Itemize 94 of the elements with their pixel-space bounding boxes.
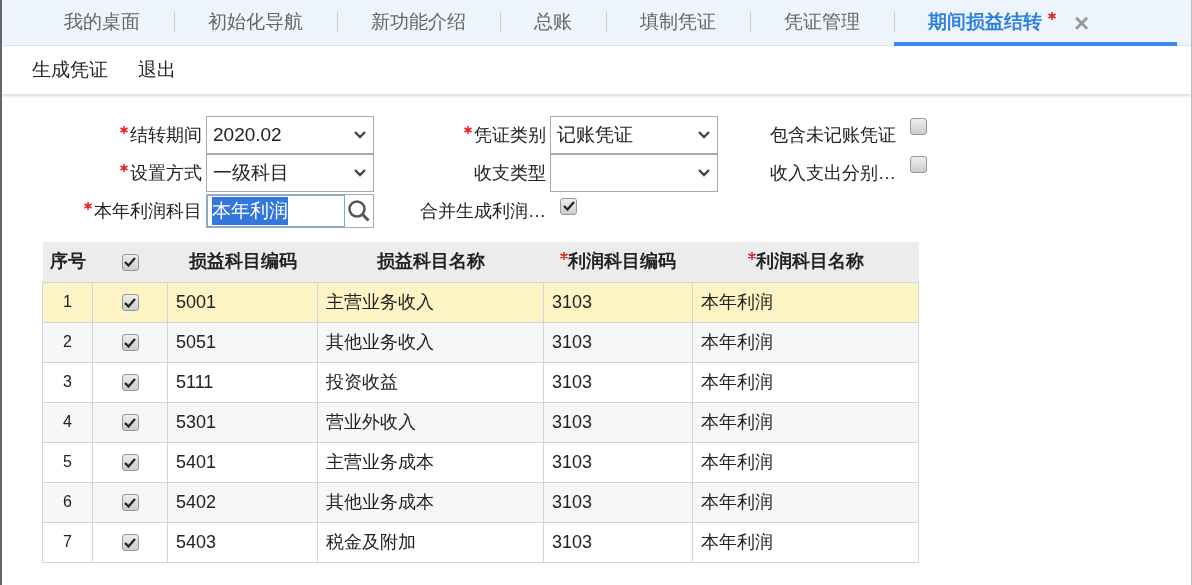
table-row[interactable]: 5 5401 主营业务成本 3103 本年利润 xyxy=(42,442,919,482)
table-cell: 3103 xyxy=(543,482,693,522)
check-icon xyxy=(124,457,136,468)
dropdown-field[interactable]: 一级科目 xyxy=(206,154,374,192)
check-icon xyxy=(124,377,136,388)
table-cell: 1 xyxy=(42,282,93,322)
table-cell: 5 xyxy=(42,442,93,482)
table-cell: 其他业务成本 xyxy=(317,482,544,522)
tab[interactable]: 我的桌面 xyxy=(30,0,174,46)
checkbox[interactable] xyxy=(560,197,577,215)
checkbox[interactable] xyxy=(121,374,139,391)
table-cell: 2 xyxy=(42,322,93,362)
table-cell: 3103 xyxy=(543,282,693,322)
table-cell: 5402 xyxy=(167,482,318,522)
checkbox[interactable] xyxy=(121,294,139,311)
field-label: 设置方式 xyxy=(130,161,202,185)
table-cell: 5301 xyxy=(167,402,318,442)
check-icon xyxy=(562,201,575,211)
table-cell: 3103 xyxy=(543,442,693,482)
table-cell: 本年利润 xyxy=(692,322,919,362)
table-row[interactable]: 6 5402 其他业务成本 3103 本年利润 xyxy=(42,482,919,522)
column-header: 序号 xyxy=(49,251,86,272)
check-icon xyxy=(124,337,136,348)
checkbox[interactable] xyxy=(121,454,139,471)
tab[interactable]: 填制凭证 xyxy=(606,0,750,46)
required-icon xyxy=(1048,11,1056,20)
check-icon xyxy=(124,297,136,308)
tab[interactable]: 凭证管理 xyxy=(750,0,894,46)
field-label: 本年利润科目 xyxy=(94,199,202,223)
chevron-down-icon xyxy=(697,130,711,140)
search-icon[interactable] xyxy=(347,199,371,223)
check-icon xyxy=(124,417,136,428)
column-header: 利润科目名称 xyxy=(747,251,864,272)
table-cell: 5401 xyxy=(167,442,318,482)
table-cell: 3103 xyxy=(543,402,693,442)
input-field[interactable]: 本年利润 xyxy=(207,195,345,227)
table-cell: 营业外收入 xyxy=(317,402,544,442)
field-label: 凭证类别 xyxy=(474,123,546,147)
table-cell: 3103 xyxy=(543,322,693,362)
table-cell: 本年利润 xyxy=(692,282,919,322)
table-cell: 5051 xyxy=(167,322,318,362)
chevron-down-icon xyxy=(353,168,367,178)
checkbox[interactable] xyxy=(121,534,139,551)
field-label: 结转期间 xyxy=(130,123,202,147)
field-label: 包含未记账凭证 xyxy=(770,123,896,147)
chevron-down-icon xyxy=(697,168,711,178)
table-cell: 本年利润 xyxy=(692,362,919,402)
table-cell: 本年利润 xyxy=(692,442,919,482)
table-cell: 本年利润 xyxy=(692,482,919,522)
table-row[interactable]: 7 5403 税金及附加 3103 本年利润 xyxy=(42,522,919,562)
tab[interactable]: 总账 xyxy=(500,0,606,46)
checkbox[interactable] xyxy=(910,156,927,173)
toolbar-button[interactable]: 生成凭证 xyxy=(32,55,108,85)
table-row[interactable]: 1 5001 主营业务收入 3103 本年利润 xyxy=(42,282,919,322)
dropdown-field[interactable] xyxy=(550,154,718,192)
table-cell: 投资收益 xyxy=(317,362,544,402)
column-header: 利润科目编码 xyxy=(560,251,676,272)
table-cell: 6 xyxy=(42,482,93,522)
checkbox[interactable] xyxy=(121,494,139,511)
tab[interactable]: 新功能介绍 xyxy=(337,0,500,46)
tab[interactable]: 初始化导航 xyxy=(174,0,337,46)
table-cell: 7 xyxy=(42,522,93,562)
toolbar-button[interactable]: 退出 xyxy=(138,55,176,85)
table-cell: 3103 xyxy=(543,362,693,402)
table-cell: 5403 xyxy=(167,522,318,562)
checkbox[interactable] xyxy=(121,253,139,271)
table-cell: 5111 xyxy=(167,362,318,402)
table-cell: 本年利润 xyxy=(692,522,919,562)
table-cell: 主营业务收入 xyxy=(317,282,544,322)
field-label: 合并生成利润… xyxy=(420,199,546,223)
column-header: 损益科目编码 xyxy=(188,251,297,272)
table-row[interactable]: 3 5111 投资收益 3103 本年利润 xyxy=(42,362,919,402)
checkbox[interactable] xyxy=(121,414,139,431)
table-cell: 税金及附加 xyxy=(317,522,544,562)
dropdown-field[interactable]: 记账凭证 xyxy=(550,116,718,154)
table-cell: 本年利润 xyxy=(692,402,919,442)
table-cell: 其他业务收入 xyxy=(317,322,544,362)
checkbox[interactable] xyxy=(121,334,139,351)
check-icon xyxy=(124,257,136,268)
checkbox[interactable] xyxy=(910,118,927,135)
check-icon xyxy=(124,537,136,548)
table-row[interactable]: 2 5051 其他业务收入 3103 本年利润 xyxy=(42,322,919,362)
dropdown-field[interactable]: 2020.02 xyxy=(206,116,374,154)
table-row[interactable]: 4 5301 营业外收入 3103 本年利润 xyxy=(42,402,919,442)
table-cell: 主营业务成本 xyxy=(317,442,544,482)
chevron-down-icon xyxy=(353,130,367,140)
field-label: 收支类型 xyxy=(474,161,546,185)
column-header: 损益科目名称 xyxy=(376,251,485,272)
table-cell: 5001 xyxy=(167,282,318,322)
table-cell: 3103 xyxy=(543,522,693,562)
table-cell: 3 xyxy=(42,362,93,402)
field-label: 收入支出分别… xyxy=(770,161,896,185)
table-cell: 4 xyxy=(42,402,93,442)
check-icon xyxy=(124,497,136,508)
